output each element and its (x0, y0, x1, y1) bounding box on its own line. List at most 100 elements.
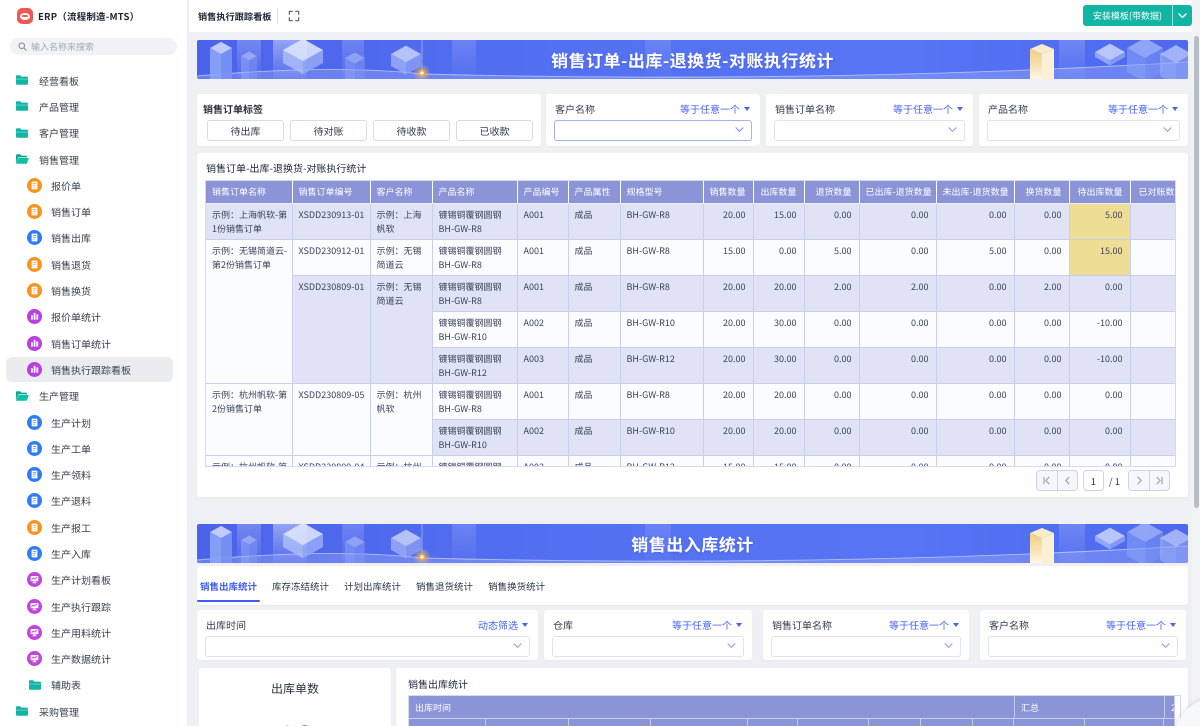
tab-计划出库统计[interactable]: 计划出库统计 (343, 566, 402, 605)
tag-button-待对账[interactable]: 待对账 (290, 120, 367, 141)
sidebar-item-icon (14, 99, 29, 114)
table-cell: BH-GW-R12 (620, 455, 703, 467)
outbound-stats-header-row1: 出库时间汇总2 (409, 696, 1175, 719)
tab-销售退货统计[interactable]: 销售退货统计 (415, 566, 474, 605)
sidebar-item-label: 销售管理 (39, 152, 79, 167)
filter-card-产品名称: 产品名称等于任意一个 (979, 94, 1188, 146)
filter-select[interactable] (552, 636, 744, 657)
sidebar-item-生产计划[interactable]: 生产计划 (0, 409, 188, 435)
document-icon (27, 520, 42, 535)
sidebar-item-生产退料[interactable]: 生产退料 (0, 488, 188, 514)
table-row[interactable]: 示例：杭州帆软-第1份销售订单XSDD230809-04示例：杭州帆软镀锡铜覆钢… (206, 455, 1176, 467)
sidebar-item-产品管理[interactable]: 产品管理 (0, 93, 188, 119)
filter-select[interactable] (554, 120, 752, 141)
bar-chart-icon (27, 336, 42, 351)
table-cell: 0.00 (753, 239, 804, 275)
sidebar-item-客户管理[interactable]: 客户管理 (0, 120, 188, 146)
tag-button-待出库[interactable]: 待出库 (207, 120, 284, 141)
first-page-button[interactable] (1037, 471, 1057, 490)
sub-column-header (569, 719, 651, 726)
sidebar-item-采购管理[interactable]: 采购管理 (0, 698, 188, 724)
sidebar-item-销售订单统计[interactable]: 销售订单统计 (0, 330, 188, 356)
filter-select[interactable] (988, 636, 1178, 657)
tab-label: 销售出库统计 (200, 579, 257, 593)
document-icon (27, 230, 42, 245)
tab-销售出库统计[interactable]: 销售出库统计 (199, 566, 258, 605)
sidebar-item-报价单[interactable]: 报价单 (0, 172, 188, 198)
sidebar-item-生产管理[interactable]: 生产管理 (0, 383, 188, 409)
sidebar-item-生产报工[interactable]: 生产报工 (0, 514, 188, 540)
bar-chart-icon (27, 309, 42, 324)
sidebar-item-销售管理[interactable]: 销售管理 (0, 146, 188, 172)
next-page-button[interactable] (1129, 471, 1149, 490)
table-row[interactable]: 示例：杭州帆软-第2份销售订单XSDD230809-05示例：杭州帆软镀锡铜覆钢… (206, 383, 1176, 419)
scrollbar-thumb[interactable] (1194, 36, 1199, 508)
sidebar-item-生产用料统计[interactable]: 生产用料统计 (0, 619, 188, 645)
sidebar-item-销售出库[interactable]: 销售出库 (0, 225, 188, 251)
erp-dashboard-window: ERP（流程制造-MTS） 输入名称来搜索 经营看板产品管理客户管理销售管理报价… (0, 0, 1200, 726)
tag-button-待收款[interactable]: 待收款 (373, 120, 450, 141)
window-scrollbar[interactable] (1192, 0, 1200, 726)
caret-down-icon (1172, 107, 1178, 111)
table-row[interactable]: 示例：上海帆软-第1份销售订单XSDD230913-01示例：上海帆软镀锡铜覆钢… (206, 203, 1176, 239)
table-cell (1130, 347, 1176, 383)
outbound-count-title: 出库单数 (199, 680, 391, 697)
sidebar-item-生产数据统计[interactable]: 生产数据统计 (0, 646, 188, 672)
column-header-未出库-退货数量: 未出库-退货数量 (936, 181, 1014, 203)
filter-operator-dropdown[interactable]: 等于任意一个 (893, 101, 963, 116)
page-number-input[interactable]: 1 (1083, 470, 1104, 491)
install-dropdown-caret[interactable] (1172, 5, 1192, 26)
install-template-button[interactable]: 安装模板(带数据) (1083, 5, 1172, 26)
filter-select[interactable] (771, 636, 961, 657)
chevron-down-icon (948, 127, 957, 133)
filter-label: 销售订单名称 (775, 101, 835, 116)
filter-select[interactable] (774, 120, 965, 141)
sidebar-item-生产工单[interactable]: 生产工单 (0, 435, 188, 461)
topbar: 销售执行跟踪看板 安装模板(带数据) (189, 0, 1200, 32)
tag-button-已收款[interactable]: 已收款 (456, 120, 533, 141)
table-cell: 示例：无锡简道云 (370, 239, 432, 275)
filter-operator-dropdown[interactable]: 等于任意一个 (1108, 101, 1178, 116)
table-row[interactable]: 示例：无锡简道云-第2份销售订单XSDD230912-01示例：无锡简道云镀锡铜… (206, 239, 1176, 275)
prev-page-button[interactable] (1057, 471, 1077, 490)
table-cell: 示例：杭州帆软-第2份销售订单 (206, 383, 292, 455)
filter-operator-dropdown[interactable]: 等于任意一个 (680, 101, 750, 116)
filter-operator-dropdown[interactable]: 动态筛选 (478, 617, 528, 632)
sidebar-item-报价单统计[interactable]: 报价单统计 (0, 304, 188, 330)
sidebar-item-label: 经营看板 (39, 73, 79, 88)
sub-column-header (1085, 719, 1164, 726)
fullscreen-icon[interactable] (288, 10, 300, 22)
order-execution-table-title: 销售订单-出库-退换货-对账执行统计 (206, 160, 366, 175)
column-header-已对账数量: 已对账数量 (1130, 181, 1176, 203)
last-page-button[interactable] (1149, 471, 1169, 490)
sidebar-item-生产执行跟踪[interactable]: 生产执行跟踪 (0, 593, 188, 619)
sidebar-item-销售退货[interactable]: 销售退货 (0, 251, 188, 277)
table-cell: 30.00 (753, 311, 804, 347)
folder-icon (15, 74, 29, 86)
filter-operator-label: 等于任意一个 (1106, 617, 1166, 632)
order-tag-filter-card: 销售订单标签 待出库待对账待收款已收款 (197, 94, 541, 146)
sidebar-item-生产计划看板[interactable]: 生产计划看板 (0, 567, 188, 593)
app-title: ERP（流程制造-MTS） (38, 9, 139, 23)
sidebar-item-销售执行跟踪看板[interactable]: 销售执行跟踪看板 (0, 356, 188, 382)
filter-operator-dropdown[interactable]: 等于任意一个 (1106, 617, 1176, 632)
sidebar-item-label: 客户管理 (39, 125, 79, 140)
chevron-down-icon (1161, 643, 1170, 649)
filter-operator-dropdown[interactable]: 等于任意一个 (672, 617, 742, 632)
table-row[interactable]: XSDD230809-01示例：无锡简道云镀锡铜覆钢圆钢 BH-GW-R8A00… (206, 275, 1176, 311)
sidebar-item-销售订单[interactable]: 销售订单 (0, 198, 188, 224)
filter-select[interactable] (987, 120, 1180, 141)
table-cell: A003 (517, 347, 568, 383)
sidebar-item-经营看板[interactable]: 经营看板 (0, 67, 188, 93)
sidebar-item-辅助表[interactable]: 辅助表 (0, 672, 188, 698)
table-cell: 20.00 (703, 419, 753, 455)
sidebar-item-生产领料[interactable]: 生产领料 (0, 461, 188, 487)
tab-销售换货统计[interactable]: 销售换货统计 (487, 566, 546, 605)
tab-库存冻结统计[interactable]: 库存冻结统计 (271, 566, 330, 605)
sidebar-search-input[interactable]: 输入名称来搜索 (10, 38, 177, 55)
order-tag-buttons: 待出库待对账待收款已收款 (207, 120, 533, 141)
filter-operator-dropdown[interactable]: 等于任意一个 (889, 617, 959, 632)
sidebar-item-生产入库[interactable]: 生产入库 (0, 540, 188, 566)
sidebar-item-销售换货[interactable]: 销售换货 (0, 277, 188, 303)
filter-select[interactable] (205, 636, 530, 657)
